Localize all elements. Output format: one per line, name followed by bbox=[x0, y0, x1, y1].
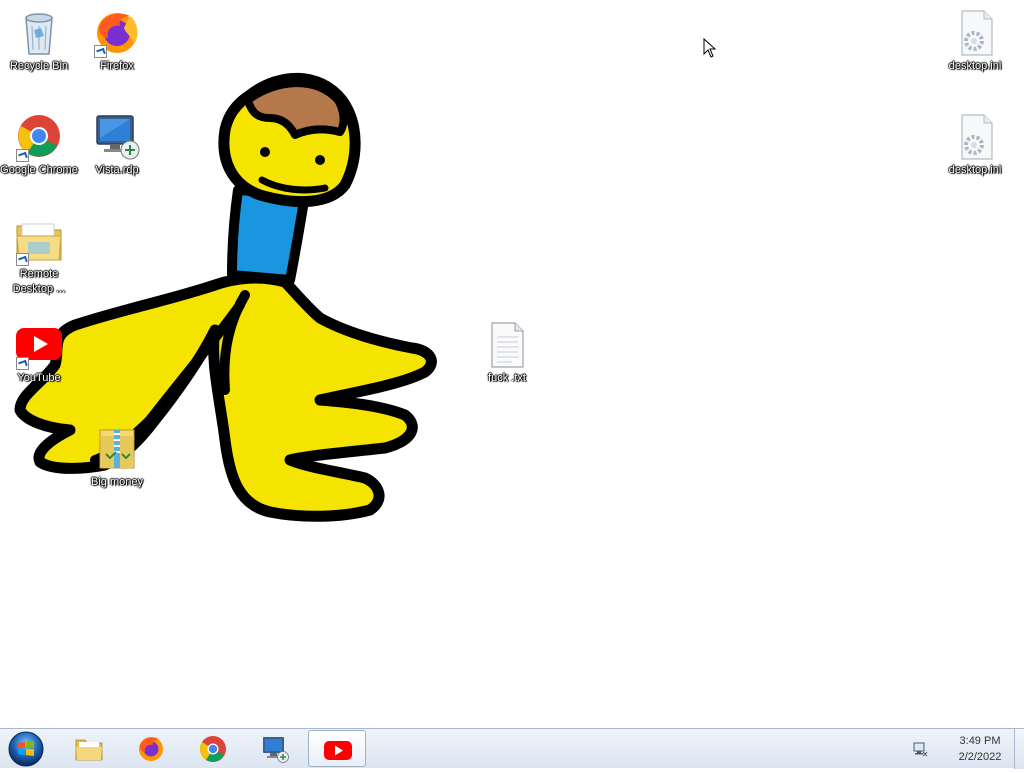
wallpaper-figure-eye-left bbox=[260, 147, 270, 157]
clock[interactable]: 3:49 PM 2/2/2022 bbox=[950, 733, 1010, 765]
remote-desktop-monitor-icon bbox=[92, 112, 142, 162]
folder-icon bbox=[14, 216, 64, 266]
start-button[interactable] bbox=[6, 730, 46, 768]
desktop-icon-label: Vista.rdp bbox=[95, 164, 139, 176]
desktop-icon-desktop-ini[interactable]: desktop.ini bbox=[936, 112, 1014, 178]
firefox-icon bbox=[92, 8, 142, 58]
remote-desktop-monitor-icon bbox=[263, 737, 289, 763]
youtube-icon bbox=[14, 320, 64, 370]
shortcut-arrow-icon bbox=[16, 149, 29, 162]
desktop-icon-label: Recycle Bin bbox=[9, 60, 69, 72]
desktop-icon-firefox[interactable]: Firefox bbox=[78, 8, 156, 74]
chrome-icon bbox=[14, 112, 64, 162]
clock-date: 2/2/2022 bbox=[958, 751, 1002, 763]
folder-icon bbox=[75, 739, 103, 761]
settings-file-icon bbox=[950, 112, 1000, 162]
desktop-icon-recycle-bin[interactable]: Recycle Bin bbox=[0, 8, 78, 74]
taskbar-youtube-button[interactable] bbox=[308, 730, 366, 767]
mouse-cursor-icon bbox=[703, 38, 717, 58]
show-desktop-button[interactable] bbox=[1014, 729, 1024, 769]
windows-start-orb-icon bbox=[8, 731, 44, 767]
desktop-icon-chrome[interactable]: Google Chrome bbox=[0, 112, 78, 178]
desktop-icon-label: desktop.ini bbox=[948, 60, 1002, 72]
desktop-icon-label: fuck .txt bbox=[488, 372, 526, 384]
clock-time: 3:49 PM bbox=[959, 735, 1001, 747]
recycle-bin-icon bbox=[14, 8, 64, 58]
desktop-icon-remote-desktop[interactable]: Remote Desktop ... bbox=[0, 216, 78, 297]
settings-file-icon bbox=[950, 8, 1000, 58]
system-tray: 3:49 PM 2/2/2022 bbox=[894, 729, 1024, 769]
taskbar-firefox-button[interactable] bbox=[122, 730, 180, 767]
chrome-icon bbox=[199, 736, 226, 762]
taskbar-remote-desktop-button[interactable] bbox=[246, 730, 304, 767]
network-icon[interactable] bbox=[912, 741, 928, 757]
text-file-icon bbox=[482, 320, 532, 370]
desktop-icon-label: YouTube bbox=[17, 372, 61, 384]
desktop-icon-text-file[interactable]: fuck .txt bbox=[468, 320, 546, 386]
shortcut-arrow-icon bbox=[16, 357, 29, 370]
wallpaper-figure-eye-right bbox=[315, 155, 325, 165]
desktop-icon-label: Google Chrome bbox=[0, 164, 78, 176]
desktop-icon-desktop-ini[interactable]: desktop.ini bbox=[936, 8, 1014, 74]
firefox-icon bbox=[139, 737, 163, 761]
desktop-icon-label: Firefox bbox=[100, 60, 134, 72]
desktop[interactable]: Recycle Bin Firefox Google Chrome Vista.… bbox=[0, 0, 1024, 728]
shortcut-arrow-icon bbox=[94, 45, 107, 58]
zip-folder-icon bbox=[92, 424, 142, 474]
desktop-icon-vistardp[interactable]: Vista.rdp bbox=[78, 112, 156, 178]
desktop-icon-label: Remote Desktop ... bbox=[12, 268, 66, 295]
desktop-icon-label: desktop.ini bbox=[948, 164, 1002, 176]
desktop-icon-big-money[interactable]: Big money bbox=[78, 424, 156, 490]
taskbar-chrome-button[interactable] bbox=[184, 730, 242, 767]
taskbar: 3:49 PM 2/2/2022 bbox=[0, 728, 1024, 769]
desktop-icon-label: Big money bbox=[91, 476, 143, 488]
shortcut-arrow-icon bbox=[16, 253, 29, 266]
taskbar-file-explorer-button[interactable] bbox=[60, 730, 118, 767]
youtube-icon bbox=[324, 741, 352, 760]
desktop-icon-youtube[interactable]: YouTube bbox=[0, 320, 78, 386]
